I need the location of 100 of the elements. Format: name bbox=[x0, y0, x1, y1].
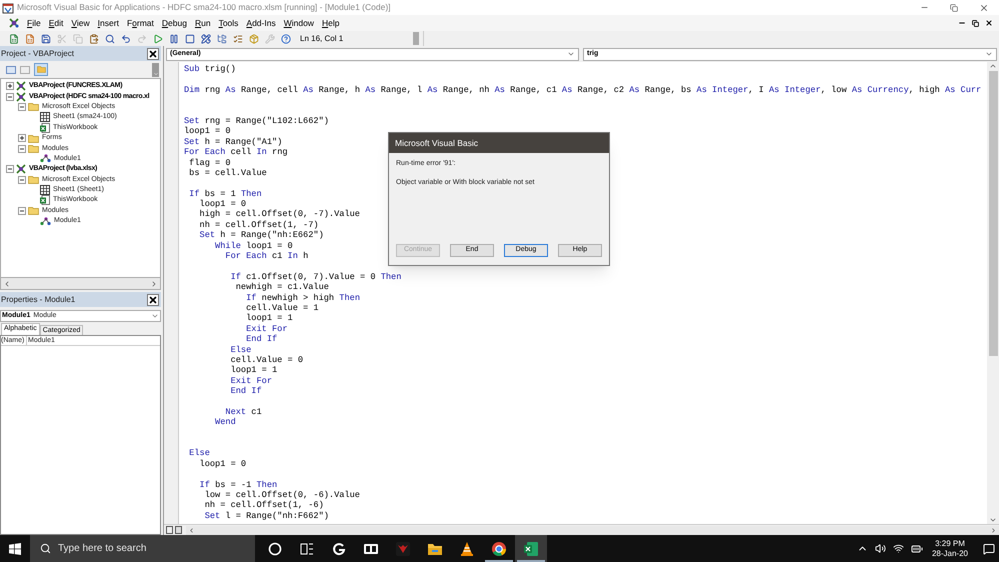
save-button[interactable] bbox=[40, 32, 52, 44]
book-icon[interactable] bbox=[363, 542, 379, 556]
view-code-icon[interactable] bbox=[6, 66, 16, 74]
scroll-right-icon[interactable] bbox=[150, 280, 158, 288]
expander-icon[interactable] bbox=[6, 92, 14, 101]
pane-title: Project - VBAProject bbox=[1, 48, 74, 60]
close-button[interactable] bbox=[147, 294, 159, 306]
browser-icon[interactable] bbox=[491, 540, 507, 556]
expander-icon[interactable] bbox=[18, 176, 26, 184]
task-view-icon[interactable] bbox=[300, 542, 314, 556]
circle-icon[interactable] bbox=[268, 542, 282, 556]
code-line: cell.Value = 0 bbox=[230, 354, 304, 366]
folder-icon bbox=[28, 102, 39, 112]
menu-item[interactable]: Debug bbox=[158, 16, 191, 30]
workbook-icon bbox=[40, 122, 50, 133]
wifi-icon[interactable] bbox=[892, 543, 904, 554]
scroll-down-icon[interactable] bbox=[989, 516, 997, 524]
code-line: Else bbox=[188, 448, 210, 459]
code-line: loop1 = 0 bbox=[198, 458, 246, 470]
procedure-view-icon[interactable] bbox=[166, 526, 173, 534]
expander-icon[interactable] bbox=[18, 206, 26, 215]
menu-item[interactable]: Run bbox=[190, 16, 215, 30]
code-line: high = cell.Offset(0, -7).Value bbox=[198, 209, 360, 220]
code-line: If bs = -1 Then bbox=[198, 480, 278, 490]
clock-time: 3:29 PM bbox=[935, 538, 965, 548]
horizontal-scrollbar[interactable] bbox=[186, 526, 999, 534]
menu-item[interactable]: Window bbox=[280, 16, 318, 30]
expander-icon[interactable] bbox=[6, 82, 14, 90]
scroll-left-icon[interactable] bbox=[188, 526, 195, 534]
folder-icon bbox=[28, 134, 39, 143]
menu-item[interactable]: Edit bbox=[44, 16, 68, 30]
menu-item[interactable]: Insert bbox=[94, 16, 123, 30]
code-line: Dim rng As Range, cell As Range, h As Range, l As Range, nh As Range, c1 As Range, c2 As Range, bs As Integer, I As Integer, low As Currency, high As Curr bbox=[184, 84, 982, 96]
vertical-scrollbar[interactable] bbox=[987, 62, 999, 524]
code-line: Else bbox=[230, 344, 252, 355]
code-line: flag = 0 bbox=[188, 158, 231, 168]
search-bar[interactable]: Type here to search bbox=[30, 535, 255, 562]
module-icon bbox=[40, 154, 51, 164]
battery-icon[interactable] bbox=[910, 542, 923, 554]
menu-item[interactable]: Tools bbox=[214, 16, 242, 30]
menu-item[interactable]: Add-Ins bbox=[242, 16, 280, 30]
project-icon bbox=[16, 164, 26, 174]
insert-button[interactable] bbox=[24, 32, 36, 44]
code-line: While loop1 = 0 bbox=[214, 240, 293, 252]
expander-icon[interactable] bbox=[18, 134, 26, 142]
code-line: Set l = Range("nh:F662") bbox=[204, 510, 329, 522]
g-logo-icon[interactable] bbox=[332, 542, 346, 556]
code-line: End If bbox=[245, 334, 278, 345]
code-line: Set rng = Range("L102:L662") bbox=[184, 116, 329, 126]
menu-item[interactable]: File bbox=[23, 16, 45, 30]
code-line: Wend bbox=[214, 417, 236, 428]
paste-button[interactable] bbox=[88, 32, 100, 44]
notifications-icon[interactable] bbox=[983, 542, 995, 554]
search-field[interactable]: Type here to search bbox=[58, 541, 238, 556]
design-button[interactable] bbox=[200, 32, 212, 44]
code-line: Set h = Range("A1") bbox=[184, 136, 282, 148]
excel-button[interactable] bbox=[8, 32, 20, 44]
scroll-left-icon[interactable] bbox=[3, 280, 11, 288]
break-button[interactable] bbox=[168, 32, 180, 44]
spreadsheet-icon[interactable] bbox=[523, 540, 539, 556]
reset-button[interactable] bbox=[184, 32, 196, 44]
volume-icon[interactable] bbox=[874, 543, 886, 554]
window-title: Microsoft Visual Basic for Applications - HDFC sma24-100 macro.xlsm [running] - [Module1 (Code)] bbox=[17, 1, 391, 14]
restore-icon[interactable] bbox=[972, 20, 979, 26]
properties-button[interactable] bbox=[232, 32, 244, 44]
windows-logo-icon bbox=[9, 542, 21, 554]
undo-button[interactable] bbox=[120, 32, 132, 44]
folder-icon[interactable] bbox=[427, 542, 443, 556]
folder-icon bbox=[28, 175, 39, 184]
project-button[interactable] bbox=[216, 32, 228, 44]
toggle-folders-button[interactable] bbox=[34, 63, 48, 76]
close-button[interactable] bbox=[147, 48, 159, 60]
expander-icon[interactable] bbox=[18, 144, 26, 153]
menu-item[interactable]: Help bbox=[318, 16, 344, 30]
project-icon bbox=[16, 81, 26, 92]
help-button[interactable] bbox=[280, 32, 292, 44]
code-line: Sub trig() bbox=[184, 64, 236, 74]
vba-icon bbox=[8, 17, 20, 29]
menu-item[interactable]: View bbox=[67, 16, 94, 30]
cone-icon[interactable] bbox=[460, 540, 474, 556]
clock-date: 28-Jan-20 bbox=[932, 548, 968, 558]
code-line: nh = cell.Offset(1, -7) bbox=[198, 220, 319, 230]
restore-icon[interactable] bbox=[950, 4, 958, 12]
scroll-right-icon[interactable] bbox=[990, 526, 997, 534]
horizontal-scrollbar[interactable] bbox=[0, 278, 161, 290]
menu-item[interactable]: Format bbox=[122, 16, 158, 30]
code-line: newhigh = c1.Value bbox=[234, 282, 329, 293]
search-icon bbox=[40, 543, 51, 554]
toolbar-handle[interactable] bbox=[413, 32, 419, 45]
expander-icon[interactable] bbox=[18, 102, 26, 111]
close-icon[interactable] bbox=[979, 2, 989, 12]
close-icon[interactable] bbox=[985, 19, 993, 27]
code-line: cell.Value = 1 bbox=[245, 302, 319, 314]
clock[interactable]: 3:29 PM 28-Jan-20 bbox=[930, 538, 970, 558]
expander-icon[interactable] bbox=[6, 165, 14, 174]
scroll-up-icon[interactable] bbox=[989, 62, 997, 70]
find-button[interactable] bbox=[104, 32, 116, 44]
folder-icon bbox=[28, 144, 39, 154]
full-module-view-icon[interactable] bbox=[175, 526, 182, 534]
code-line: For Each cell In rng bbox=[184, 147, 288, 158]
